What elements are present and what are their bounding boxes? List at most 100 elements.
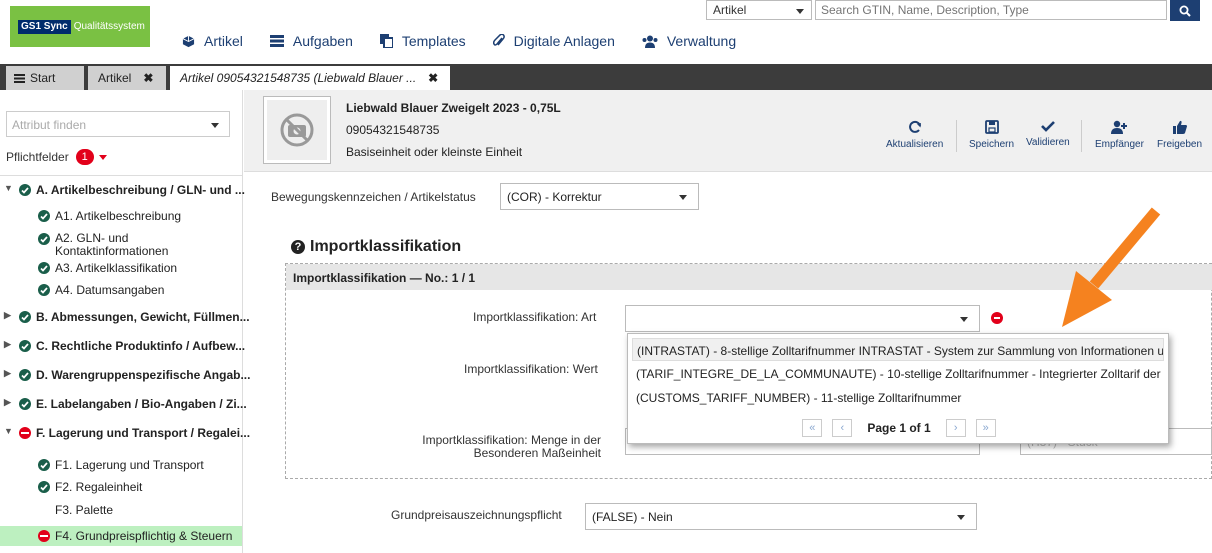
recipients-button[interactable]: Empfänger — [1095, 120, 1144, 150]
validate-button[interactable]: Validieren — [1026, 120, 1070, 148]
check-circle-icon — [19, 184, 31, 196]
chevron-down-icon — [211, 123, 219, 128]
attribute-search-select[interactable]: Attribut finden — [6, 111, 230, 137]
nav-aufgaben[interactable]: Aufgaben — [269, 33, 353, 49]
caret-down-icon[interactable]: ▼ — [4, 183, 14, 193]
caret-down-icon — [98, 154, 107, 160]
nav-digitale-anlagen[interactable]: Digitale Anlagen — [492, 33, 615, 49]
check-circle-icon — [19, 311, 31, 323]
wert-label: Importklassifikation: Wert — [464, 362, 598, 376]
tree-item[interactable]: A2. GLN- und Kontaktinformationen — [38, 232, 168, 258]
nav-artikel-label: Artikel — [204, 33, 243, 49]
article-image-placeholder[interactable] — [263, 96, 331, 164]
tab-artikel-label: Artikel — [98, 71, 132, 85]
toolbar-divider — [956, 120, 957, 152]
tab-artikel[interactable]: Artikel ✖ — [88, 66, 166, 90]
paperclip-icon — [492, 34, 505, 46]
tab-bar: Start Artikel ✖ Artikel 09054321548735 (… — [0, 64, 1212, 90]
status-placeholder — [38, 504, 50, 516]
tree-item[interactable]: F1. Lagerung und Transport — [38, 458, 204, 472]
pflichtfelder-count-badge: 1 — [75, 149, 94, 165]
prev-page-button[interactable]: ‹ — [832, 419, 853, 437]
tree-item[interactable]: F2. Regaleinheit — [38, 480, 142, 494]
tree-group[interactable]: ▶ E. Labelangaben / Bio-Angaben / Zi... — [4, 397, 247, 411]
search-button[interactable] — [1170, 0, 1200, 21]
refresh-label: Aktualisieren — [886, 139, 944, 150]
dropdown-option[interactable]: (CUSTOMS_TARIFF_NUMBER) - 11-stellige Zo… — [632, 386, 1164, 409]
search-scope-value: Artikel — [713, 3, 747, 17]
search-icon — [1179, 5, 1191, 17]
tasks-icon — [269, 35, 284, 47]
tree-item[interactable]: F3. Palette — [38, 503, 113, 517]
gs1-sync-logo[interactable]: GS1 Sync Qualitätssystem — [10, 6, 150, 47]
nav-artikel[interactable]: Artikel — [182, 33, 243, 49]
pflichtfelder-toggle[interactable]: Pflichtfelder 1 — [6, 149, 107, 165]
article-unit: Basiseinheit oder kleinste Einheit — [346, 145, 523, 159]
nav-templates[interactable]: Templates — [379, 33, 466, 49]
tree-group[interactable]: ▶ D. Warengruppenspezifische Angab... — [4, 368, 250, 382]
tree-label: A. Artikelbeschreibung / GLN- und ... — [36, 183, 245, 197]
tree-group[interactable]: ▶ B. Abmessungen, Gewicht, Füllmen... — [4, 310, 250, 324]
last-page-button[interactable]: » — [975, 419, 996, 437]
minus-circle-icon — [19, 427, 31, 439]
tree-label: A4. Datumsangaben — [55, 283, 165, 297]
tree-label: B. Abmessungen, Gewicht, Füllmen... — [36, 310, 250, 324]
thumbs-up-icon — [1172, 120, 1187, 134]
caret-right-icon[interactable]: ▶ — [4, 339, 14, 350]
tree-label: E. Labelangaben / Bio-Angaben / Zi... — [36, 397, 247, 411]
status-select[interactable]: (COR) - Korrektur — [500, 183, 699, 210]
first-page-button[interactable]: « — [802, 419, 823, 437]
check-circle-icon — [19, 340, 31, 352]
chevron-down-icon — [960, 316, 968, 322]
search-scope-select[interactable]: Artikel — [706, 0, 812, 20]
copy-icon — [379, 34, 393, 48]
nav-digitale-anlagen-label: Digitale Anlagen — [513, 33, 615, 49]
art-select[interactable] — [625, 305, 980, 332]
search-input[interactable] — [815, 0, 1167, 20]
orange-arrow-annotation — [1062, 207, 1161, 327]
caret-right-icon[interactable]: ▶ — [4, 397, 14, 408]
tree-label: D. Warengruppenspezifische Angab... — [36, 368, 251, 382]
check-circle-icon — [19, 369, 31, 381]
share-label: Freigeben — [1157, 139, 1203, 150]
close-icon[interactable]: ✖ — [428, 71, 438, 85]
pflichtfelder-label: Pflichtfelder — [6, 150, 69, 164]
tree-label: A2. GLN- und Kontaktinformationen — [55, 232, 168, 258]
tree-item[interactable]: F4. Grundpreispflichtig & Steuern — [0, 526, 242, 546]
section-title: ? Importklassifikation — [291, 238, 461, 256]
validate-label: Validieren — [1026, 137, 1070, 148]
caret-right-icon[interactable]: ▶ — [4, 310, 14, 321]
article-title: Liebwald Blauer Zweigelt 2023 - 0,75L — [346, 101, 561, 115]
tree-label: A1. Artikelbeschreibung — [55, 209, 182, 223]
dropdown-option[interactable]: (TARIF_INTEGRE_DE_LA_COMMUNAUTE) - 10-st… — [632, 362, 1164, 385]
refresh-button[interactable]: Aktualisieren — [886, 120, 943, 150]
caret-down-icon[interactable]: ▼ — [4, 426, 14, 436]
tree-item[interactable]: A4. Datumsangaben — [38, 283, 164, 297]
dropdown-pager: « ‹ Page 1 of 1 › » — [628, 417, 1168, 439]
caret-right-icon[interactable]: ▶ — [4, 368, 14, 379]
dropdown-option[interactable]: (INTRASTAT) - 8-stellige Zolltarifnummer… — [632, 338, 1164, 361]
close-icon[interactable]: ✖ — [143, 71, 153, 85]
tree-group[interactable]: ▼ A. Artikelbeschreibung / GLN- und ... — [4, 183, 245, 197]
divider — [0, 175, 243, 176]
tab-artikel-detail[interactable]: Artikel 09054321548735 (Liebwald Blauer … — [170, 66, 450, 90]
help-icon[interactable]: ? — [291, 240, 305, 254]
chevron-down-icon — [796, 9, 804, 14]
tree-group[interactable]: ▶ C. Rechtliche Produktinfo / Aufbew... — [4, 339, 245, 353]
attribute-sidebar: Attribut finden Pflichtfelder 1 ▼ A. Arti… — [0, 90, 250, 553]
tree-item[interactable]: A3. Artikelklassifikation — [38, 261, 177, 275]
tab-start[interactable]: Start — [6, 66, 84, 90]
nav-verwaltung[interactable]: Verwaltung — [642, 33, 736, 49]
check-circle-icon — [38, 210, 50, 222]
grund-select[interactable]: (FALSE) - Nein — [585, 503, 977, 530]
tree-group[interactable]: ▼ F. Lagerung und Transport / Regalei... — [4, 426, 250, 440]
next-page-button[interactable]: › — [945, 419, 966, 437]
tree-item[interactable]: A1. Artikelbeschreibung — [38, 209, 181, 223]
nav-verwaltung-label: Verwaltung — [666, 33, 737, 49]
tree-label-line2: Kontaktinformationen — [55, 244, 169, 258]
refresh-icon — [908, 120, 921, 133]
user-plus-icon — [1111, 120, 1128, 134]
save-button[interactable]: Speichern — [969, 120, 1014, 150]
app-header: GS1 Sync Qualitätssystem Artikel Aufgabe… — [0, 0, 1212, 64]
share-button[interactable]: Freigeben — [1157, 120, 1202, 150]
